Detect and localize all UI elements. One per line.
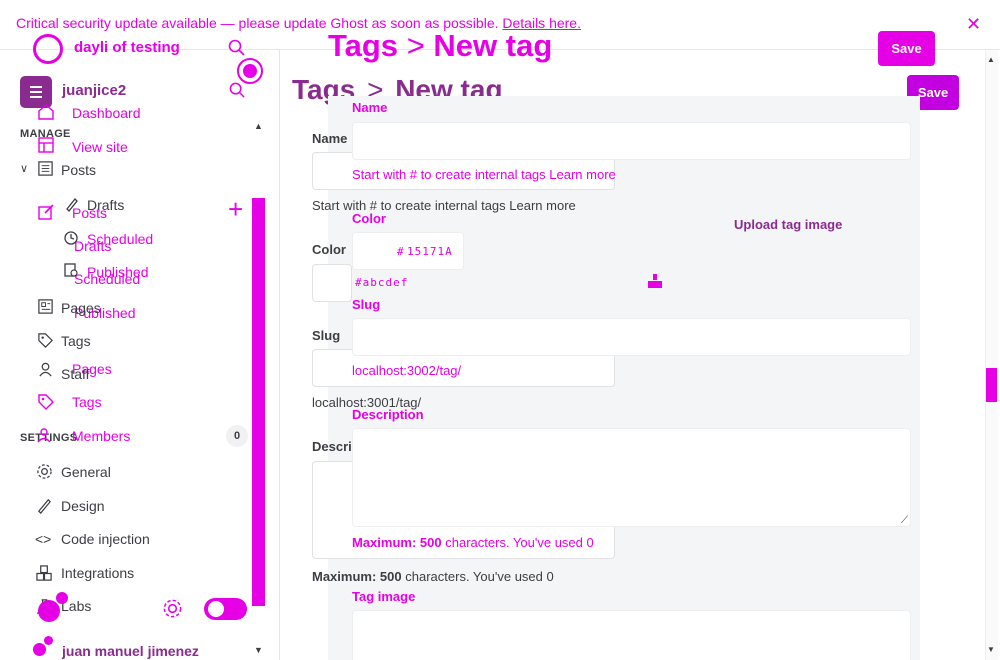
nav-staff[interactable]: Staff: [61, 366, 90, 382]
nav-tags[interactable]: Tags: [61, 333, 91, 349]
user-name[interactable]: juan manuel jimenez: [62, 643, 199, 659]
gear-icon: [37, 464, 52, 479]
slug-label: Slug: [312, 328, 341, 343]
nav-members[interactable]: Members: [72, 428, 130, 444]
upload-tag-image-button[interactable]: Upload tag image: [734, 217, 842, 232]
record-icon: [237, 58, 263, 84]
scroll-down-arrow[interactable]: ▼: [987, 645, 995, 654]
name-label-front: Name: [352, 100, 388, 115]
clock-icon: [64, 231, 78, 245]
avatar: [38, 600, 60, 622]
tag-icon: [38, 394, 54, 410]
nav-scheduled[interactable]: Scheduled: [87, 231, 153, 247]
avatar: [56, 592, 68, 604]
name-label: Name: [312, 131, 348, 146]
color-input-back[interactable]: [312, 264, 352, 302]
staff-icon: [39, 362, 52, 377]
slug-input[interactable]: [352, 318, 911, 356]
code-icon: <>: [35, 531, 52, 547]
design-icon: [38, 498, 51, 514]
search-icon[interactable]: [228, 39, 246, 57]
tag-image-label: Tag image: [352, 589, 416, 604]
nav-ghost-tags[interactable]: Tags: [72, 394, 102, 410]
description-counter-back: Maximum: 500 characters. You've used 0: [312, 569, 554, 584]
description-label-front: Description: [352, 407, 424, 422]
settings-gear-icon[interactable]: [162, 598, 183, 619]
published-icon: [64, 263, 78, 277]
nav-general[interactable]: General: [61, 464, 111, 480]
color-placeholder: #abcdef: [355, 276, 409, 289]
site-logo-ring: [33, 34, 63, 64]
color-value: 15171A: [407, 245, 453, 258]
pages-icon: [38, 299, 53, 314]
posts-icon: [38, 161, 53, 176]
upload-icon[interactable]: [647, 273, 663, 289]
nav-drafts[interactable]: Drafts: [87, 197, 124, 213]
slug-label-front: Slug: [352, 297, 381, 312]
resize-handle-icon[interactable]: ⟋: [901, 515, 908, 526]
name-input[interactable]: [352, 122, 911, 160]
view-site-icon: [38, 137, 54, 153]
members-count-badge: 0: [226, 425, 248, 447]
nav-dashboard[interactable]: Dashboard: [72, 105, 141, 121]
night-mode-toggle[interactable]: [204, 598, 247, 620]
page-scrollbar[interactable]: [985, 50, 998, 660]
page-scrollbar-thumb[interactable]: [986, 368, 997, 402]
description-counter: Maximum: 500 characters. You've used 0: [352, 535, 594, 550]
description-textarea[interactable]: ⟋: [352, 428, 911, 527]
nav-view-site[interactable]: View site: [72, 139, 128, 155]
scroll-up-arrow[interactable]: ▲: [987, 55, 995, 64]
learn-more-link[interactable]: Learn more: [549, 167, 615, 182]
user-menu-caret[interactable]: ▼: [254, 645, 263, 655]
nav-pages[interactable]: Pages: [61, 300, 101, 316]
user-avatar: [44, 636, 53, 645]
sidebar-scrollbar[interactable]: [252, 198, 265, 606]
new-post-plus-icon[interactable]: +: [228, 196, 243, 222]
nav-published[interactable]: Published: [87, 264, 149, 280]
close-icon[interactable]: ✕: [966, 14, 981, 35]
drafts-icon: [66, 198, 78, 212]
color-label-front: Color: [352, 211, 386, 226]
members-icon: [37, 428, 51, 443]
color-label: Color: [312, 242, 346, 257]
collapse-arrow[interactable]: ▲: [254, 121, 263, 131]
color-input[interactable]: # 15171A: [352, 232, 464, 270]
home-icon: [38, 104, 54, 120]
nav-posts[interactable]: Posts: [61, 162, 96, 178]
site-title[interactable]: dayli of testing: [74, 39, 180, 56]
tag-image-dropzone[interactable]: [352, 610, 911, 660]
name-hint: Start with # to create internal tags Lea…: [352, 167, 616, 182]
nav-integrations[interactable]: Integrations: [61, 565, 134, 581]
chevron-down-icon[interactable]: ∨: [20, 162, 28, 175]
slug-hint: localhost:3002/tag/: [352, 363, 462, 378]
user-avatar: [33, 643, 46, 656]
edit-icon: [38, 204, 54, 220]
nav-design[interactable]: Design: [61, 498, 105, 514]
integrations-icon: [36, 565, 52, 581]
tag-icon: [38, 333, 53, 348]
toggle-knob: [208, 601, 224, 617]
site-name[interactable]: juanjice2: [62, 82, 126, 99]
nav-code-injection[interactable]: Code injection: [61, 531, 150, 547]
